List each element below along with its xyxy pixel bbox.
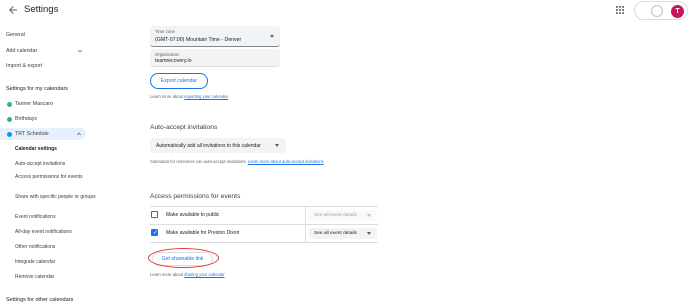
account-switcher[interactable]: T: [634, 1, 688, 20]
calendar-color-dot: [7, 117, 12, 122]
timezone-value: (GMT-07:00) Mountain Time - Denver: [155, 37, 242, 43]
divider: [305, 225, 306, 242]
back-arrow-icon[interactable]: [7, 4, 19, 16]
organization-logo-icon: [651, 5, 663, 17]
checkmark-icon: ✓: [153, 230, 159, 236]
apps-grid-icon[interactable]: [616, 6, 624, 14]
calendar-color-dot: [7, 102, 12, 107]
annotation-circle: [148, 248, 219, 268]
sidebar-subitem-all-day-notifications[interactable]: All-day event notifications: [15, 229, 95, 236]
export-note: Learn more about exporting your calendar: [150, 94, 228, 99]
dropdown-arrow-icon: [275, 144, 279, 147]
sidebar-subitem-calendar-settings[interactable]: Calendar settings: [15, 146, 95, 153]
auto-accept-select[interactable]: Automatically add all invitations to thi…: [150, 138, 286, 153]
sharing-note: Learn more about sharing your calendar: [150, 272, 225, 277]
public-checkbox[interactable]: [151, 211, 158, 218]
auto-accept-select-value: Automatically add all invitations to thi…: [156, 143, 261, 149]
sharing-help-link[interactable]: sharing your calendar: [184, 272, 224, 277]
sidebar-subitem-auto-accept[interactable]: Auto-accept invitations: [15, 161, 95, 168]
permission-row-public: Make available to public See all event d…: [150, 207, 378, 224]
permission-row-preston: ✓ Make available for Preston Dixon See a…: [150, 225, 378, 242]
export-calendar-button[interactable]: Export calendar: [150, 73, 208, 89]
calendar-color-dot: [7, 131, 12, 137]
sidebar-subitem-event-notifications[interactable]: Event notifications: [15, 214, 95, 221]
organization-field: Organization teamrecovery.io: [150, 49, 280, 67]
sidebar-subitem-remove-calendar[interactable]: Remove calendar: [15, 274, 95, 281]
divider: [305, 207, 306, 224]
main-content: Time zone (GMT-07:00) Mountain Time - De…: [100, 22, 688, 304]
top-bar: Settings T: [0, 0, 688, 22]
avatar[interactable]: T: [671, 5, 684, 18]
sidebar-item-label: TRT Schedule: [15, 131, 49, 137]
sidebar-item-trt-schedule[interactable]: TRT Schedule: [0, 128, 86, 140]
auto-accept-note: Calendars for resources can auto-accept …: [150, 159, 324, 164]
chevron-down-icon[interactable]: [77, 48, 83, 54]
dropdown-arrow-icon: [270, 35, 274, 38]
sidebar: General Add calendar Import & export Set…: [0, 22, 100, 304]
access-permissions-title: Access permissions for events: [150, 193, 241, 200]
chevron-up-icon[interactable]: [76, 131, 82, 137]
auto-accept-title: Auto-accept invitations: [150, 124, 218, 131]
public-detail-select: See all event details: [309, 210, 377, 221]
preston-detail-select[interactable]: See all event details: [309, 228, 377, 239]
auto-accept-help-link[interactable]: Learn more about auto-accept invitations: [248, 159, 324, 164]
timezone-label: Time zone: [155, 29, 175, 34]
dropdown-arrow-icon: [367, 232, 371, 235]
other-calendars-heading: Settings for other calendars: [6, 297, 74, 303]
sidebar-item-import-export[interactable]: Import & export: [6, 63, 42, 69]
preston-checkbox[interactable]: ✓: [151, 229, 158, 236]
sidebar-subitem-share[interactable]: Share with specific people or groups: [15, 194, 97, 201]
sidebar-subitem-other-notifications[interactable]: Other notifications: [15, 244, 95, 251]
page-title: Settings: [24, 4, 59, 15]
preston-label: Make available for Preston Dixon: [166, 230, 240, 236]
sidebar-item-add-calendar[interactable]: Add calendar: [6, 48, 37, 54]
organization-label: Organization: [155, 52, 180, 57]
divider: [150, 242, 378, 243]
public-label: Make available to public: [166, 212, 220, 218]
my-calendars-heading: Settings for my calendars: [6, 86, 69, 92]
sidebar-item-general[interactable]: General: [6, 32, 25, 38]
sidebar-subitem-integrate-calendar[interactable]: Integrate calendar: [15, 259, 95, 266]
sidebar-subitem-access-permissions[interactable]: Access permissions for events: [15, 174, 87, 181]
sidebar-item-birthdays[interactable]: Birthdays: [15, 116, 37, 122]
organization-value: teamrecovery.io: [155, 58, 192, 64]
sidebar-item-tanner-mascaro[interactable]: Tanner Mascaro: [15, 101, 53, 107]
export-help-link[interactable]: exporting your calendar: [184, 94, 228, 99]
timezone-select[interactable]: Time zone (GMT-07:00) Mountain Time - De…: [150, 26, 280, 47]
dropdown-arrow-icon: [367, 214, 371, 217]
